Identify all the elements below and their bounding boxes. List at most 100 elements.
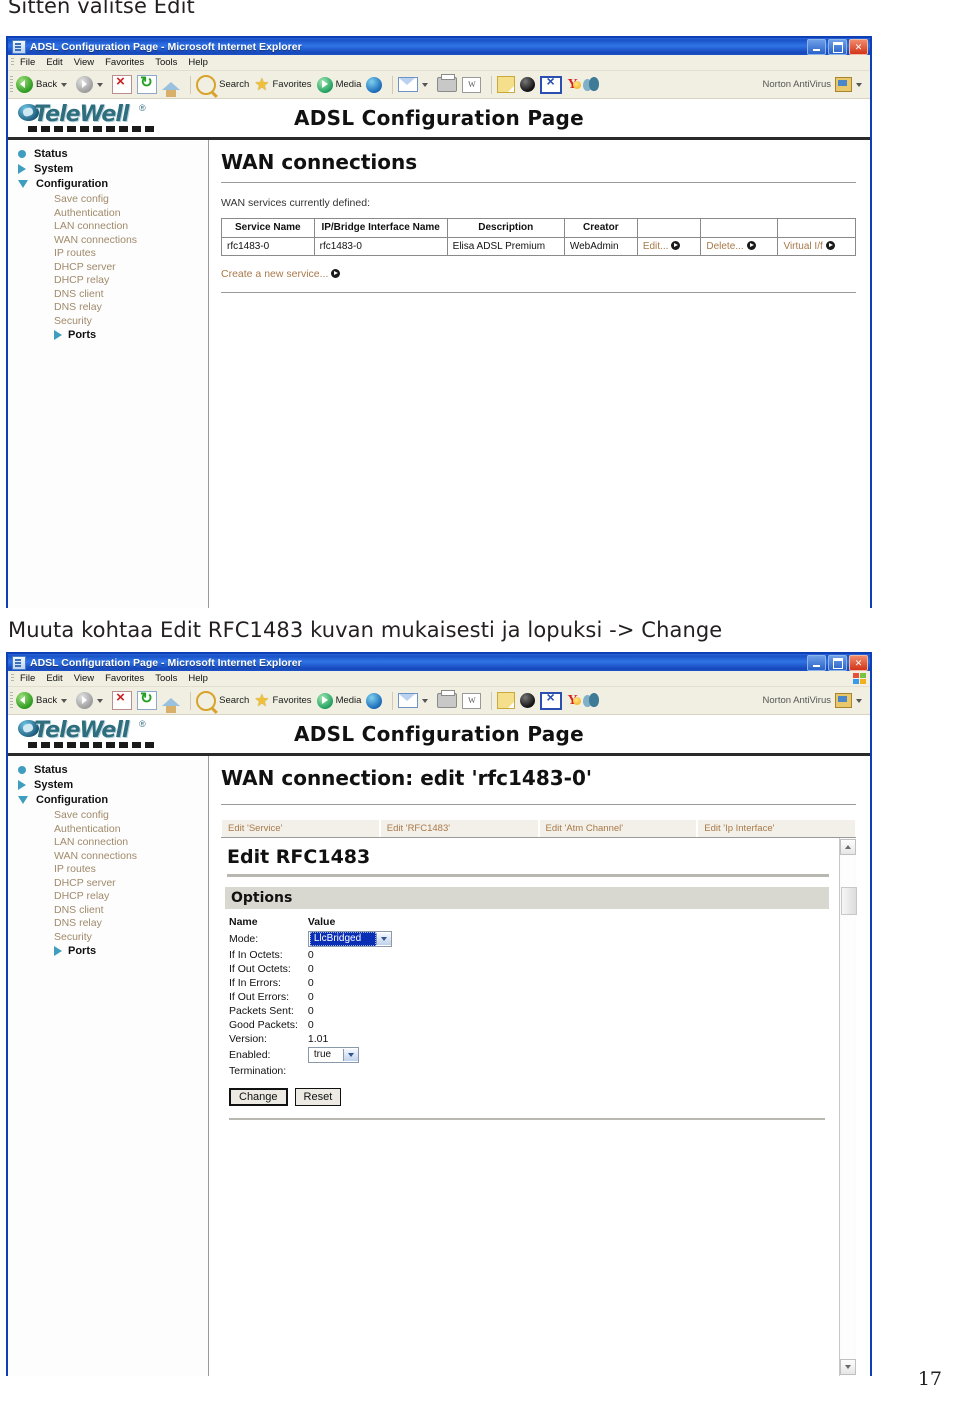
scrollbar-thumb[interactable] bbox=[841, 887, 857, 915]
forward-button[interactable] bbox=[76, 76, 107, 93]
history-button[interactable] bbox=[366, 76, 383, 93]
sidebar-item-ports[interactable]: Ports bbox=[54, 945, 208, 957]
sidebar-item-configuration[interactable]: Configuration bbox=[18, 178, 208, 190]
refresh-button[interactable] bbox=[137, 689, 158, 710]
menu-item-edit[interactable]: Edit bbox=[46, 57, 62, 68]
sidebar-item-dns-client[interactable]: DNS client bbox=[54, 288, 208, 302]
back-dropdown-icon[interactable] bbox=[61, 698, 68, 703]
scroll-down-arrow-icon[interactable] bbox=[840, 1359, 856, 1375]
search-button[interactable]: Search bbox=[196, 690, 249, 711]
sidebar-item-system[interactable]: System bbox=[18, 779, 208, 791]
media-button[interactable]: Media bbox=[316, 692, 361, 709]
menu-item-help[interactable]: Help bbox=[188, 57, 208, 68]
excel-button[interactable] bbox=[540, 689, 563, 710]
sidebar-item-security[interactable]: Security bbox=[54, 931, 208, 945]
close-button[interactable]: ✕ bbox=[849, 39, 868, 55]
maximize-button[interactable] bbox=[828, 39, 847, 55]
history-button[interactable] bbox=[366, 692, 383, 709]
notes-button[interactable] bbox=[497, 76, 516, 93]
maximize-button[interactable] bbox=[828, 655, 847, 671]
tab-edit-ip-interface[interactable]: Edit 'Ip Interface' bbox=[697, 819, 856, 837]
forward-button[interactable] bbox=[76, 692, 107, 709]
sidebar-item-ip-routes[interactable]: IP routes bbox=[54, 863, 208, 877]
yahoo-button[interactable]: Y bbox=[567, 693, 582, 709]
chevron-down-icon[interactable] bbox=[376, 933, 392, 945]
tab-edit-service[interactable]: Edit 'Service' bbox=[221, 819, 380, 837]
forward-dropdown-icon[interactable] bbox=[97, 698, 104, 703]
menu-item-tools[interactable]: Tools bbox=[155, 673, 177, 684]
back-button[interactable]: Back bbox=[16, 692, 71, 709]
sidebar-item-status[interactable]: Status bbox=[18, 148, 208, 160]
menu-item-file[interactable]: File bbox=[20, 57, 35, 68]
home-button[interactable] bbox=[162, 79, 181, 97]
tab-edit-rfc1483[interactable]: Edit 'RFC1483' bbox=[379, 819, 539, 837]
scroll-up-arrow-icon[interactable] bbox=[840, 839, 856, 855]
norton-antivirus-toolbar[interactable]: Norton AntiVirus bbox=[763, 693, 870, 708]
tab-edit-atm-channel[interactable]: Edit 'Atm Channel' bbox=[538, 819, 698, 837]
back-dropdown-icon[interactable] bbox=[61, 82, 68, 87]
sidebar-item-wan-connections[interactable]: WAN connections bbox=[54, 234, 208, 248]
toolbar-grip[interactable] bbox=[10, 76, 13, 93]
create-new-service-link[interactable]: Create a new service... bbox=[221, 268, 856, 280]
stop-button[interactable] bbox=[112, 689, 133, 710]
sidebar-item-dhcp-relay[interactable]: DHCP relay bbox=[54, 274, 208, 288]
refresh-button[interactable] bbox=[137, 73, 158, 94]
menu-item-help[interactable]: Help bbox=[188, 673, 208, 684]
back-button[interactable]: Back bbox=[16, 76, 71, 93]
sidebar-item-dns-relay[interactable]: DNS relay bbox=[54, 917, 208, 931]
reset-button[interactable]: Reset bbox=[294, 1088, 342, 1106]
home-button[interactable] bbox=[162, 695, 181, 713]
sidebar-item-authentication[interactable]: Authentication bbox=[54, 823, 208, 837]
sidebar-item-system[interactable]: System bbox=[18, 163, 208, 175]
yahoo-button[interactable]: Y bbox=[567, 77, 582, 93]
menu-item-edit[interactable]: Edit bbox=[46, 673, 62, 684]
minimize-button[interactable] bbox=[807, 655, 826, 671]
mail-button[interactable] bbox=[398, 693, 432, 708]
bomb-button[interactable] bbox=[520, 693, 536, 708]
sidebar-item-dns-relay[interactable]: DNS relay bbox=[54, 301, 208, 315]
word-button[interactable]: W bbox=[462, 692, 482, 709]
mail-dropdown-icon[interactable] bbox=[422, 82, 429, 87]
sidebar-item-save-config[interactable]: Save config bbox=[54, 193, 208, 207]
menu-item-file[interactable]: File bbox=[20, 673, 35, 684]
sidebar-item-dhcp-relay[interactable]: DHCP relay bbox=[54, 890, 208, 904]
close-button[interactable]: ✕ bbox=[849, 655, 868, 671]
sidebar-item-dhcp-server[interactable]: DHCP server bbox=[54, 261, 208, 275]
toolbar-grip[interactable] bbox=[10, 692, 13, 709]
excel-button[interactable] bbox=[540, 73, 563, 94]
sidebar-item-configuration[interactable]: Configuration bbox=[18, 794, 208, 806]
norton-dropdown-icon[interactable] bbox=[856, 698, 862, 703]
sidebar-item-security[interactable]: Security bbox=[54, 315, 208, 329]
minimize-button[interactable] bbox=[807, 39, 826, 55]
scrollbar-track[interactable] bbox=[841, 855, 857, 1359]
enabled-select[interactable]: true bbox=[307, 1047, 360, 1063]
change-button[interactable]: Change bbox=[229, 1088, 288, 1106]
menu-item-view[interactable]: View bbox=[74, 673, 94, 684]
print-button[interactable] bbox=[437, 690, 458, 708]
chevron-down-icon[interactable] bbox=[343, 1049, 359, 1061]
menu-item-tools[interactable]: Tools bbox=[155, 57, 177, 68]
sidebar-item-dhcp-server[interactable]: DHCP server bbox=[54, 877, 208, 891]
virtual-interface-link[interactable]: Virtual I/f bbox=[777, 237, 856, 256]
delete-link[interactable]: Delete... bbox=[700, 237, 779, 256]
menu-item-favorites[interactable]: Favorites bbox=[105, 57, 144, 68]
sidebar-item-dns-client[interactable]: DNS client bbox=[54, 904, 208, 918]
menu-grip[interactable] bbox=[11, 58, 14, 67]
sidebar-item-wan-connections[interactable]: WAN connections bbox=[54, 850, 208, 864]
edit-link[interactable]: Edit... bbox=[636, 237, 702, 256]
mail-button[interactable] bbox=[398, 77, 432, 92]
mode-select[interactable]: LlcBridged bbox=[307, 931, 393, 947]
mail-dropdown-icon[interactable] bbox=[422, 698, 429, 703]
search-button[interactable]: Search bbox=[196, 74, 249, 95]
vertical-scrollbar[interactable] bbox=[839, 838, 857, 1376]
menu-item-view[interactable]: View bbox=[74, 57, 94, 68]
sidebar-item-lan-connection[interactable]: LAN connection bbox=[54, 836, 208, 850]
sidebar-item-lan-connection[interactable]: LAN connection bbox=[54, 220, 208, 234]
messenger-button[interactable] bbox=[582, 693, 600, 708]
messenger-button[interactable] bbox=[582, 77, 600, 92]
sidebar-item-authentication[interactable]: Authentication bbox=[54, 207, 208, 221]
favorites-button[interactable]: ★ Favorites bbox=[254, 76, 311, 93]
sidebar-item-ports[interactable]: Ports bbox=[54, 329, 208, 341]
bomb-button[interactable] bbox=[520, 77, 536, 92]
notes-button[interactable] bbox=[497, 692, 516, 709]
